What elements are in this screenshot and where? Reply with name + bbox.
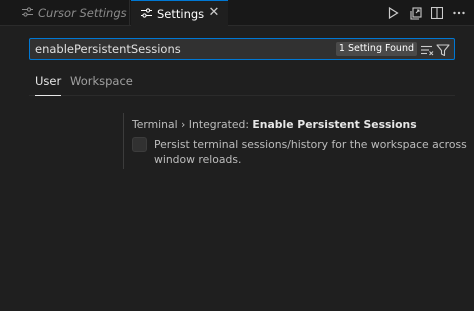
editor-tab-bar: Cursor Settings Settings ✕ [0,0,474,27]
tab-label: Settings [157,7,205,21]
editor-actions [382,4,470,22]
result-count-badge: 1 Setting Found [335,42,417,56]
more-actions-icon[interactable] [448,4,470,22]
setting-breadcrumb: Terminal › Integrated: [132,118,253,131]
tab-cursor-settings[interactable]: Cursor Settings [0,0,130,26]
split-editor-icon[interactable] [426,4,448,22]
settings-search-box[interactable]: enablePersistentSessions 1 Setting Found [29,38,455,60]
setting-item: Terminal › Integrated: Enable Persistent… [123,113,473,169]
tab-settings[interactable]: Settings ✕ [131,0,228,27]
setting-title: Terminal › Integrated: Enable Persistent… [132,118,417,131]
settings-editor-icon [141,7,153,21]
settings-editor-icon [22,6,34,20]
filter-icon[interactable] [436,42,450,57]
clear-filter-icon[interactable] [420,42,434,56]
setting-description: Persist terminal sessions/history for th… [154,138,467,166]
enable-persistent-sessions-checkbox[interactable] [132,137,147,152]
search-input[interactable]: enablePersistentSessions [35,42,181,56]
tab-label: Cursor Settings [38,6,127,20]
close-icon[interactable]: ✕ [206,4,222,22]
tab-workspace[interactable]: Workspace [70,74,133,96]
run-icon[interactable] [382,4,404,22]
tab-user[interactable]: User [35,74,62,96]
open-json-icon[interactable] [404,4,426,22]
settings-scope-tabs: User Workspace [29,70,455,96]
setting-name: Enable Persistent Sessions [252,118,417,131]
